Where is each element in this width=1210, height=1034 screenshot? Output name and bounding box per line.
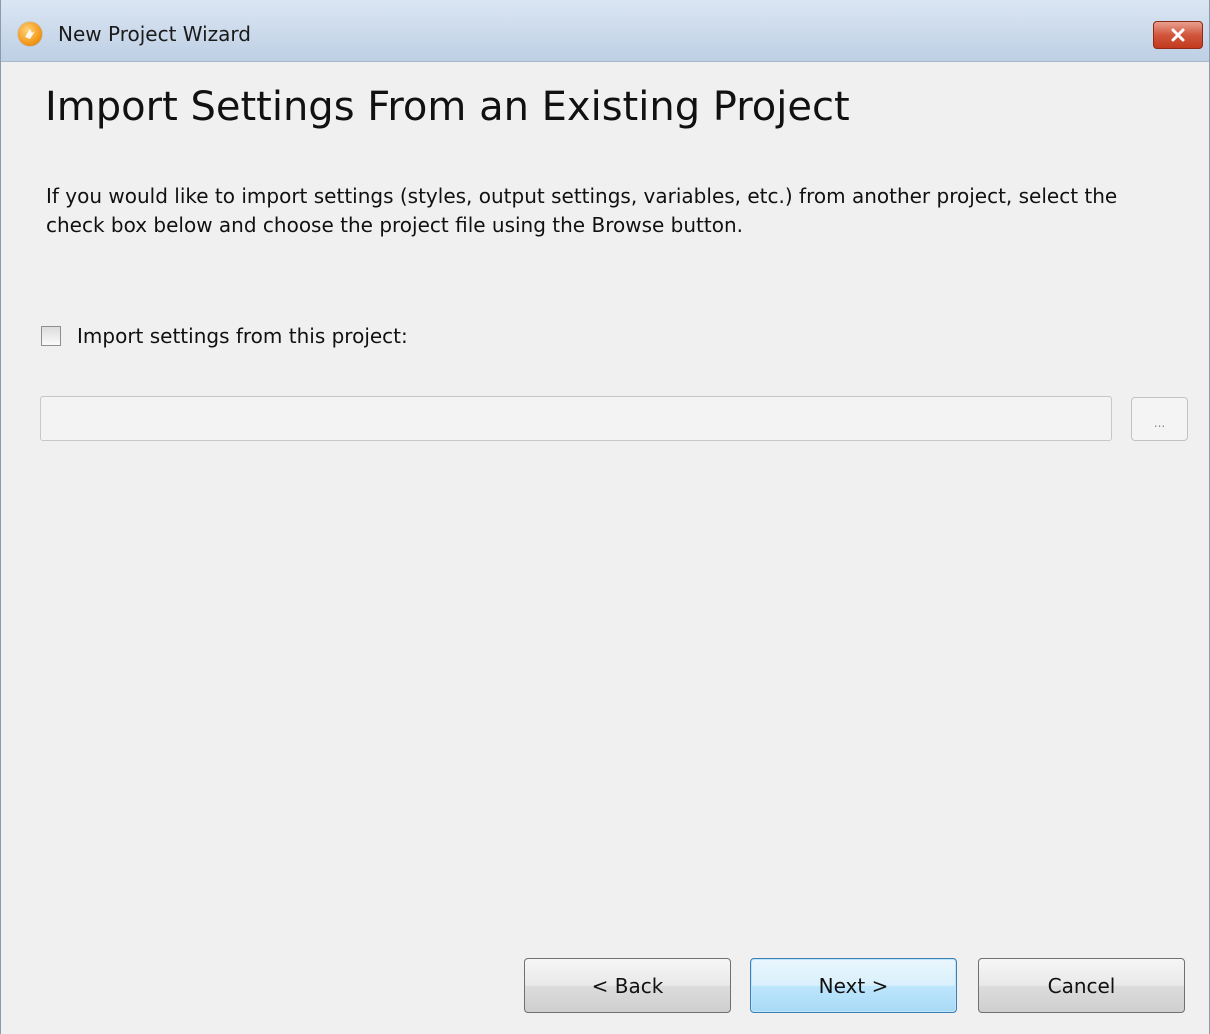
page-description: If you would like to import settings (st… (46, 184, 1118, 237)
import-settings-label[interactable]: Import settings from this project: (77, 324, 408, 348)
window-title: New Project Wizard (58, 22, 251, 46)
cancel-button[interactable]: Cancel (978, 958, 1185, 1013)
project-path-input[interactable] (40, 396, 1112, 441)
app-logo-icon (18, 22, 42, 46)
import-settings-checkbox[interactable] (41, 326, 61, 346)
back-button[interactable]: < Back (524, 958, 731, 1013)
close-button[interactable] (1153, 21, 1203, 49)
close-icon (1171, 28, 1185, 42)
next-button[interactable]: Next > (750, 958, 957, 1013)
title-bar[interactable]: New Project Wizard (1, 0, 1209, 62)
browse-button[interactable]: ... (1131, 397, 1188, 441)
page-heading: Import Settings From an Existing Project (45, 84, 850, 130)
wizard-window: New Project Wizard Import Settings From … (0, 0, 1210, 1034)
import-checkbox-row[interactable]: Import settings from this project: (41, 324, 408, 348)
